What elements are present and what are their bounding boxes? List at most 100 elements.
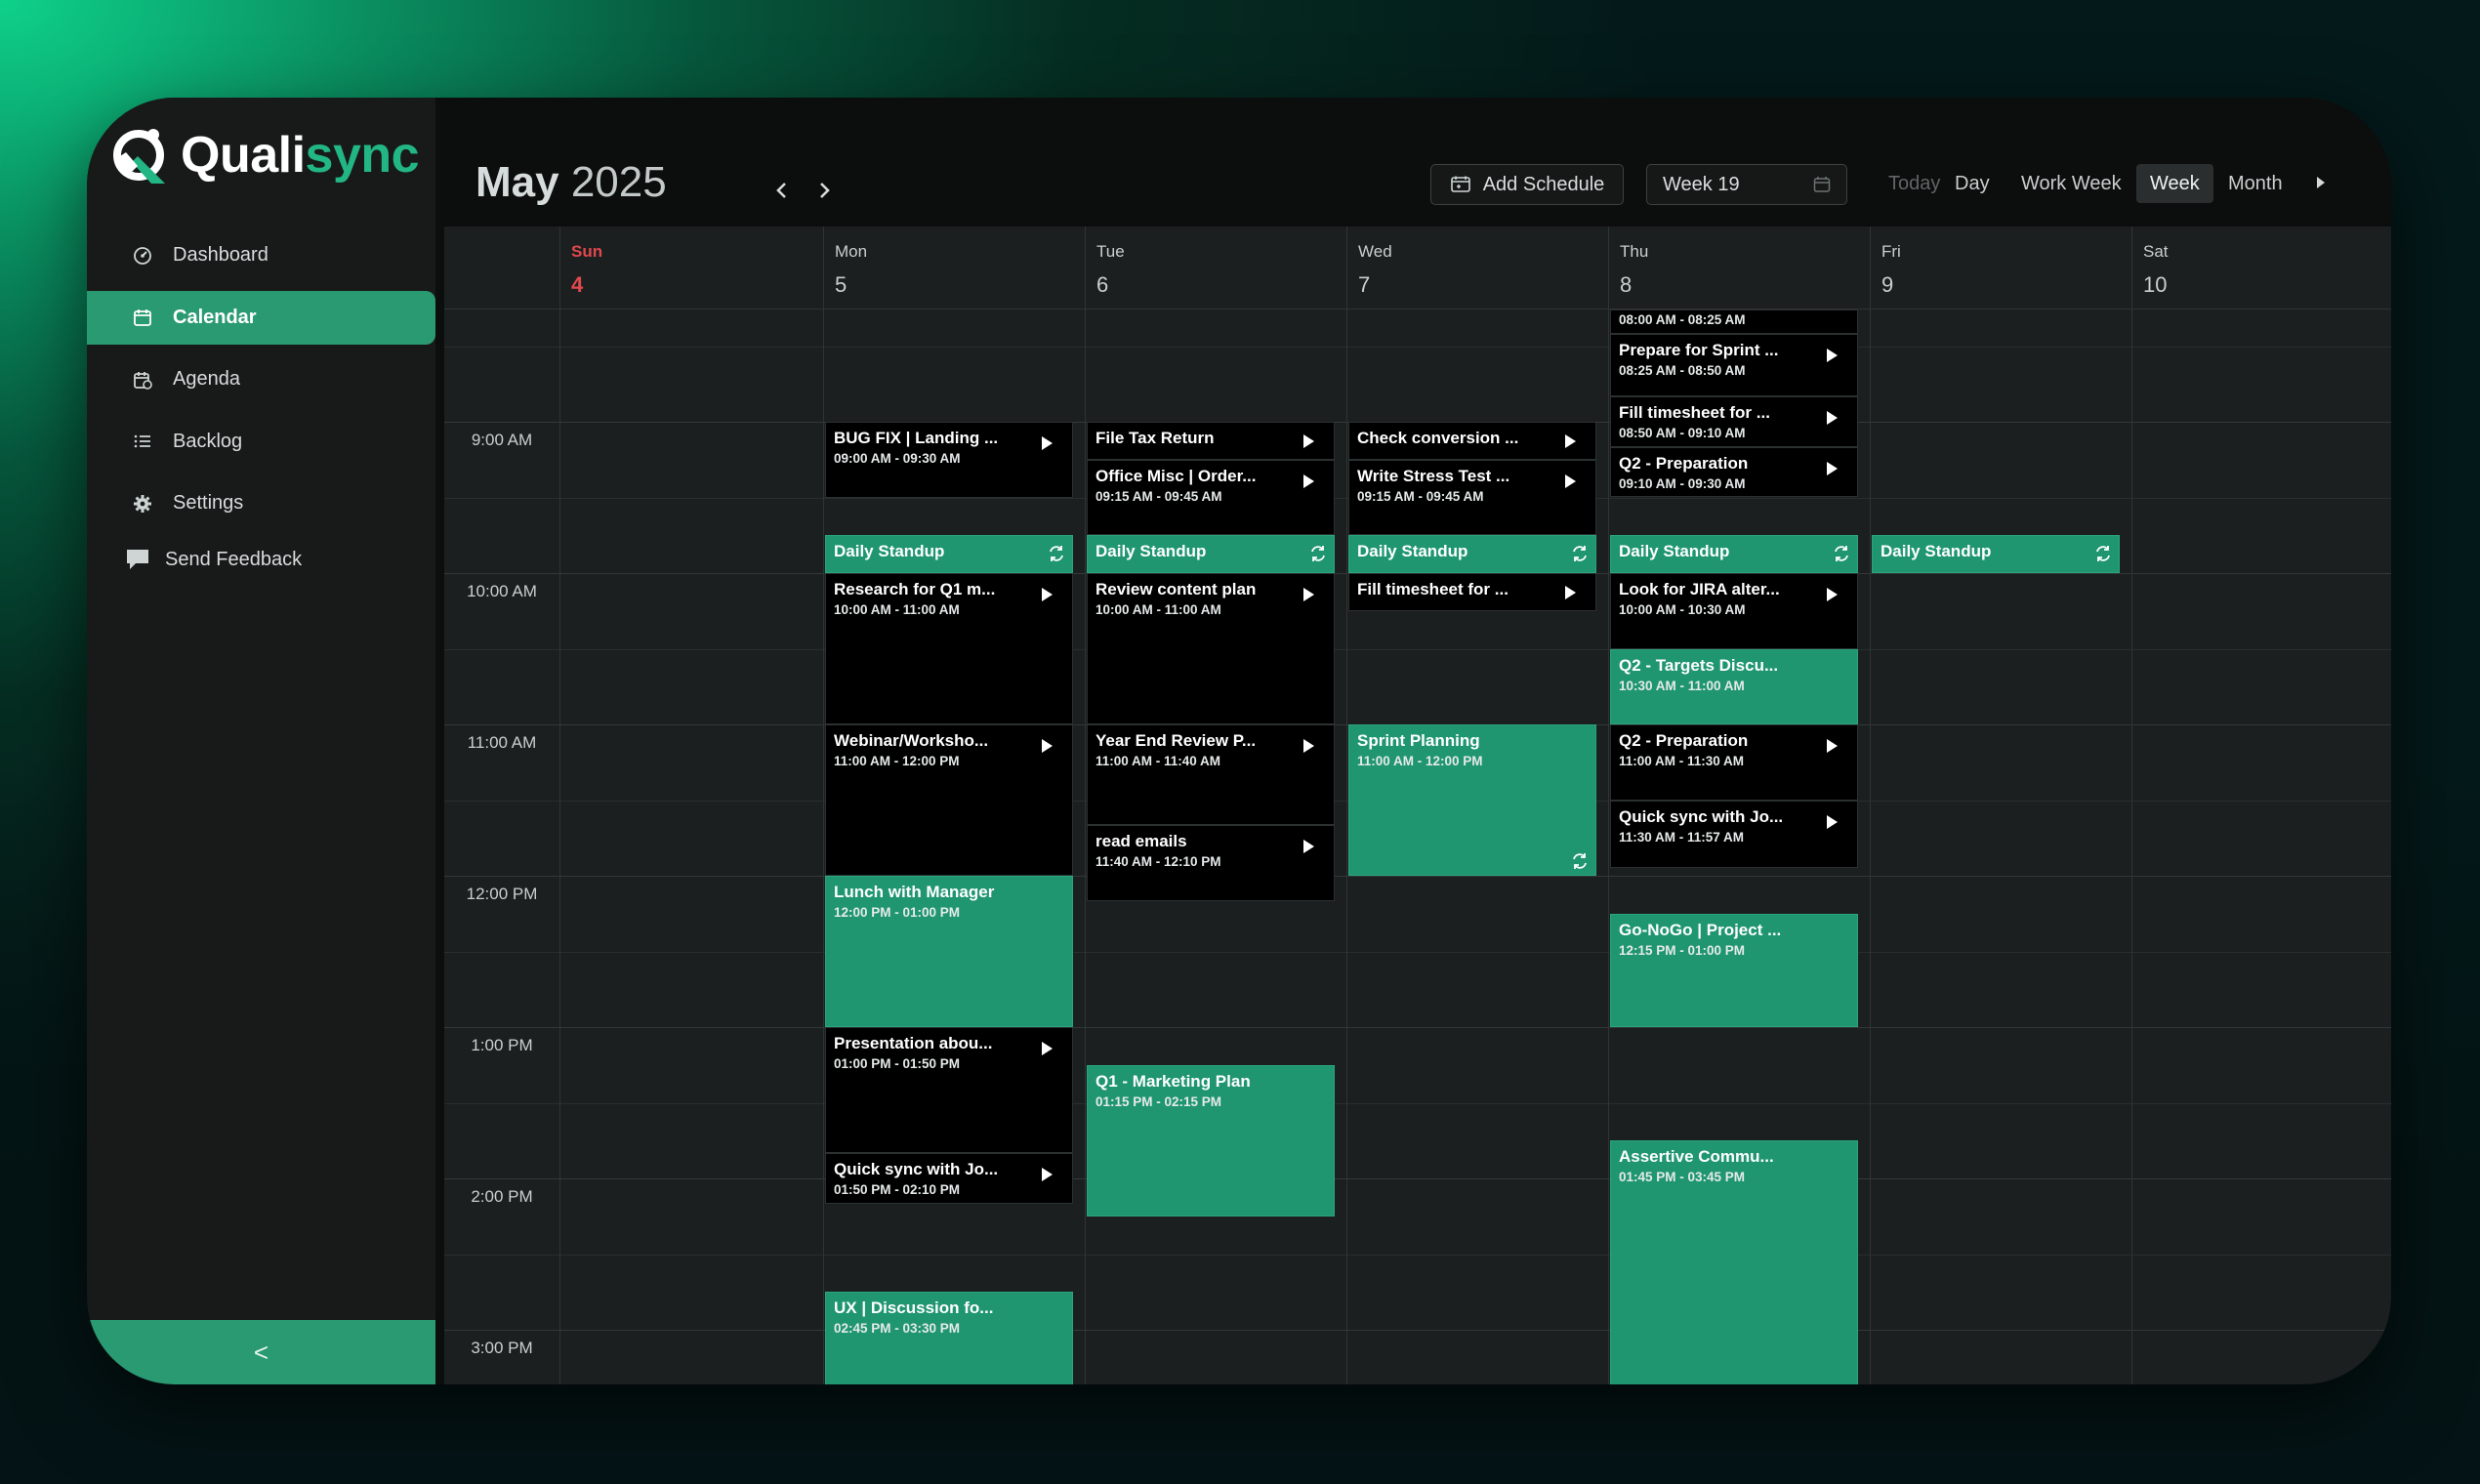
day-number: 8 bbox=[1620, 272, 1633, 297]
calendar-event[interactable]: Sprint Planning 11:00 AM - 12:00 PM bbox=[1348, 724, 1596, 876]
day-name: Sun bbox=[571, 242, 603, 261]
hour-line bbox=[444, 1027, 2391, 1028]
calendar-event[interactable]: Quick sync with Jo... 01:50 PM - 02:10 PM bbox=[825, 1153, 1073, 1204]
play-icon[interactable] bbox=[1827, 461, 1838, 475]
week-picker[interactable]: Week 19 bbox=[1646, 164, 1847, 205]
event-title: Daily Standup bbox=[1619, 542, 1730, 561]
calendar-event[interactable]: Fill timesheet for ... bbox=[1348, 573, 1596, 611]
day-name: Wed bbox=[1358, 242, 1392, 261]
play-icon[interactable] bbox=[1565, 586, 1576, 599]
calendar-event[interactable]: Presentation abou... 01:00 PM - 01:50 PM bbox=[825, 1027, 1073, 1154]
play-icon[interactable] bbox=[1042, 1168, 1053, 1182]
calendar-event[interactable]: Webinar/Worksho... 11:00 AM - 12:00 PM bbox=[825, 724, 1073, 876]
repeat-icon bbox=[2093, 544, 2113, 563]
play-icon[interactable] bbox=[1303, 739, 1314, 753]
calendar-event[interactable]: Go-NoGo | Project ... 12:15 PM - 01:00 PM bbox=[1610, 913, 1858, 1027]
calendar-event[interactable]: Daily Standup bbox=[1610, 535, 1858, 573]
sidebar-collapse-button[interactable]: < bbox=[87, 1320, 435, 1384]
time-label: 12:00 PM bbox=[466, 885, 538, 903]
day-name: Sat bbox=[2143, 242, 2169, 261]
month-label: May bbox=[475, 158, 559, 206]
play-icon[interactable] bbox=[1303, 474, 1314, 488]
calendar-event[interactable]: 08:00 AM - 08:25 AM bbox=[1610, 309, 1858, 334]
day-header-thu[interactable]: Thu 8 bbox=[1608, 227, 1870, 309]
calendar-event[interactable]: Q1 - Marketing Plan 01:15 PM - 02:15 PM bbox=[1087, 1064, 1335, 1216]
event-title: Daily Standup bbox=[834, 542, 945, 561]
play-icon[interactable] bbox=[1042, 1042, 1053, 1055]
sidebar-item-backlog[interactable]: Backlog bbox=[87, 415, 435, 469]
logo-text: Qualisync bbox=[181, 127, 420, 184]
calendar-event[interactable]: Daily Standup bbox=[1872, 535, 2120, 573]
calendar-event[interactable]: Office Misc | Order... 09:15 AM - 09:45 A… bbox=[1087, 459, 1335, 536]
calendar-event[interactable]: BUG FIX | Landing ... 09:00 AM - 09:30 AM bbox=[825, 422, 1073, 498]
play-icon[interactable] bbox=[1042, 739, 1053, 753]
calendar-event[interactable]: Research for Q1 m... 10:00 AM - 11:00 AM bbox=[825, 573, 1073, 724]
day-header-mon[interactable]: Mon 5 bbox=[823, 227, 1085, 309]
logo[interactable]: Qualisync bbox=[108, 123, 420, 187]
calendar-event[interactable]: Assertive Commu... 01:45 PM - 03:45 PM bbox=[1610, 1140, 1858, 1384]
calendar-event[interactable]: Daily Standup bbox=[1087, 535, 1335, 573]
calendar-event[interactable]: Daily Standup bbox=[825, 535, 1073, 573]
calendar-event[interactable]: Lunch with Manager 12:00 PM - 01:00 PM bbox=[825, 876, 1073, 1027]
play-icon[interactable] bbox=[1303, 434, 1314, 448]
repeat-icon bbox=[1047, 544, 1066, 563]
calendar-event[interactable]: Prepare for Sprint ... 08:25 AM - 08:50 A… bbox=[1610, 333, 1858, 397]
day-number: 6 bbox=[1096, 272, 1109, 297]
play-icon[interactable] bbox=[1042, 436, 1053, 450]
play-icon[interactable] bbox=[1565, 434, 1576, 448]
day-header-fri[interactable]: Fri 9 bbox=[1870, 227, 2131, 309]
sidebar-item-agenda[interactable]: Agenda bbox=[87, 352, 435, 406]
calendar-event[interactable]: Quick sync with Jo... 11:30 AM - 11:57 AM bbox=[1610, 800, 1858, 869]
event-title: Prepare for Sprint ... bbox=[1619, 340, 1779, 359]
day-header-tue[interactable]: Tue 6 bbox=[1085, 227, 1346, 309]
event-time: 11:00 AM - 11:40 AM bbox=[1095, 754, 1221, 768]
send-feedback-label: Send Feedback bbox=[165, 548, 303, 570]
day-header-sun[interactable]: Sun 4 bbox=[559, 227, 823, 309]
play-icon[interactable] bbox=[1827, 348, 1838, 362]
calendar-event[interactable]: Fill timesheet for ... 08:50 AM - 09:10 A… bbox=[1610, 396, 1858, 447]
day-header-wed[interactable]: Wed 7 bbox=[1346, 227, 1608, 309]
view-work-week-button[interactable]: Work Week bbox=[2007, 164, 2135, 203]
calendar-event[interactable]: Q2 - Preparation 09:10 AM - 09:30 AM bbox=[1610, 446, 1858, 498]
calendar-event[interactable]: Q2 - Preparation 11:00 AM - 11:30 AM bbox=[1610, 724, 1858, 801]
calendar-event[interactable]: read emails 11:40 AM - 12:10 PM bbox=[1087, 825, 1335, 901]
event-time: 10:00 AM - 10:30 AM bbox=[1619, 602, 1746, 617]
calendar-event[interactable]: Year End Review P... 11:00 AM - 11:40 AM bbox=[1087, 724, 1335, 826]
view-day-button[interactable]: Day bbox=[1941, 164, 2004, 203]
play-icon[interactable] bbox=[1827, 588, 1838, 601]
event-title: Year End Review P... bbox=[1095, 731, 1257, 750]
play-icon[interactable] bbox=[1042, 588, 1053, 601]
calendar-icon bbox=[132, 307, 153, 328]
calendar-event[interactable]: Look for JIRA alter... 10:00 AM - 10:30 A… bbox=[1610, 573, 1858, 649]
sidebar-item-calendar[interactable]: Calendar bbox=[87, 290, 435, 345]
play-icon[interactable] bbox=[1827, 739, 1838, 753]
event-title: Q2 - Targets Discu... bbox=[1619, 655, 1779, 675]
prev-month-button[interactable] bbox=[767, 176, 797, 205]
play-icon[interactable] bbox=[1303, 588, 1314, 601]
calendar-event[interactable]: Review content plan 10:00 AM - 11:00 AM bbox=[1087, 573, 1335, 724]
event-title: Sprint Planning bbox=[1357, 731, 1480, 750]
calendar-event[interactable]: Q2 - Targets Discu... 10:30 AM - 11:00 AM bbox=[1610, 648, 1858, 724]
view-week-button[interactable]: Week bbox=[2136, 164, 2213, 203]
play-icon[interactable] bbox=[1303, 840, 1314, 854]
add-schedule-button[interactable]: Add Schedule bbox=[1430, 164, 1624, 205]
calendar-event[interactable]: File Tax Return bbox=[1087, 422, 1335, 460]
play-icon[interactable] bbox=[1565, 474, 1576, 488]
caret-right-icon[interactable] bbox=[2310, 172, 2332, 193]
calendar-event[interactable]: Write Stress Test ... 09:15 AM - 09:45 AM bbox=[1348, 459, 1596, 536]
sidebar-item-dashboard[interactable]: Dashboard bbox=[87, 228, 435, 282]
day-divider bbox=[2131, 227, 2132, 1384]
next-month-button[interactable] bbox=[809, 176, 839, 205]
play-icon[interactable] bbox=[1827, 814, 1838, 829]
day-header-sat[interactable]: Sat 10 bbox=[2131, 227, 2391, 309]
event-title: Webinar/Worksho... bbox=[834, 731, 989, 750]
hour-line bbox=[444, 1330, 2391, 1331]
sidebar-item-settings[interactable]: Settings bbox=[87, 476, 435, 530]
view-month-button[interactable]: Month bbox=[2214, 164, 2296, 203]
send-feedback-button[interactable]: Send Feedback bbox=[124, 547, 302, 572]
repeat-icon bbox=[1308, 544, 1328, 563]
play-icon[interactable] bbox=[1827, 411, 1838, 426]
calendar-event[interactable]: UX | Discussion fo... 02:45 PM - 03:30 PM bbox=[825, 1292, 1073, 1384]
calendar-event[interactable]: Daily Standup bbox=[1348, 535, 1596, 573]
calendar-event[interactable]: Check conversion ... bbox=[1348, 422, 1596, 460]
